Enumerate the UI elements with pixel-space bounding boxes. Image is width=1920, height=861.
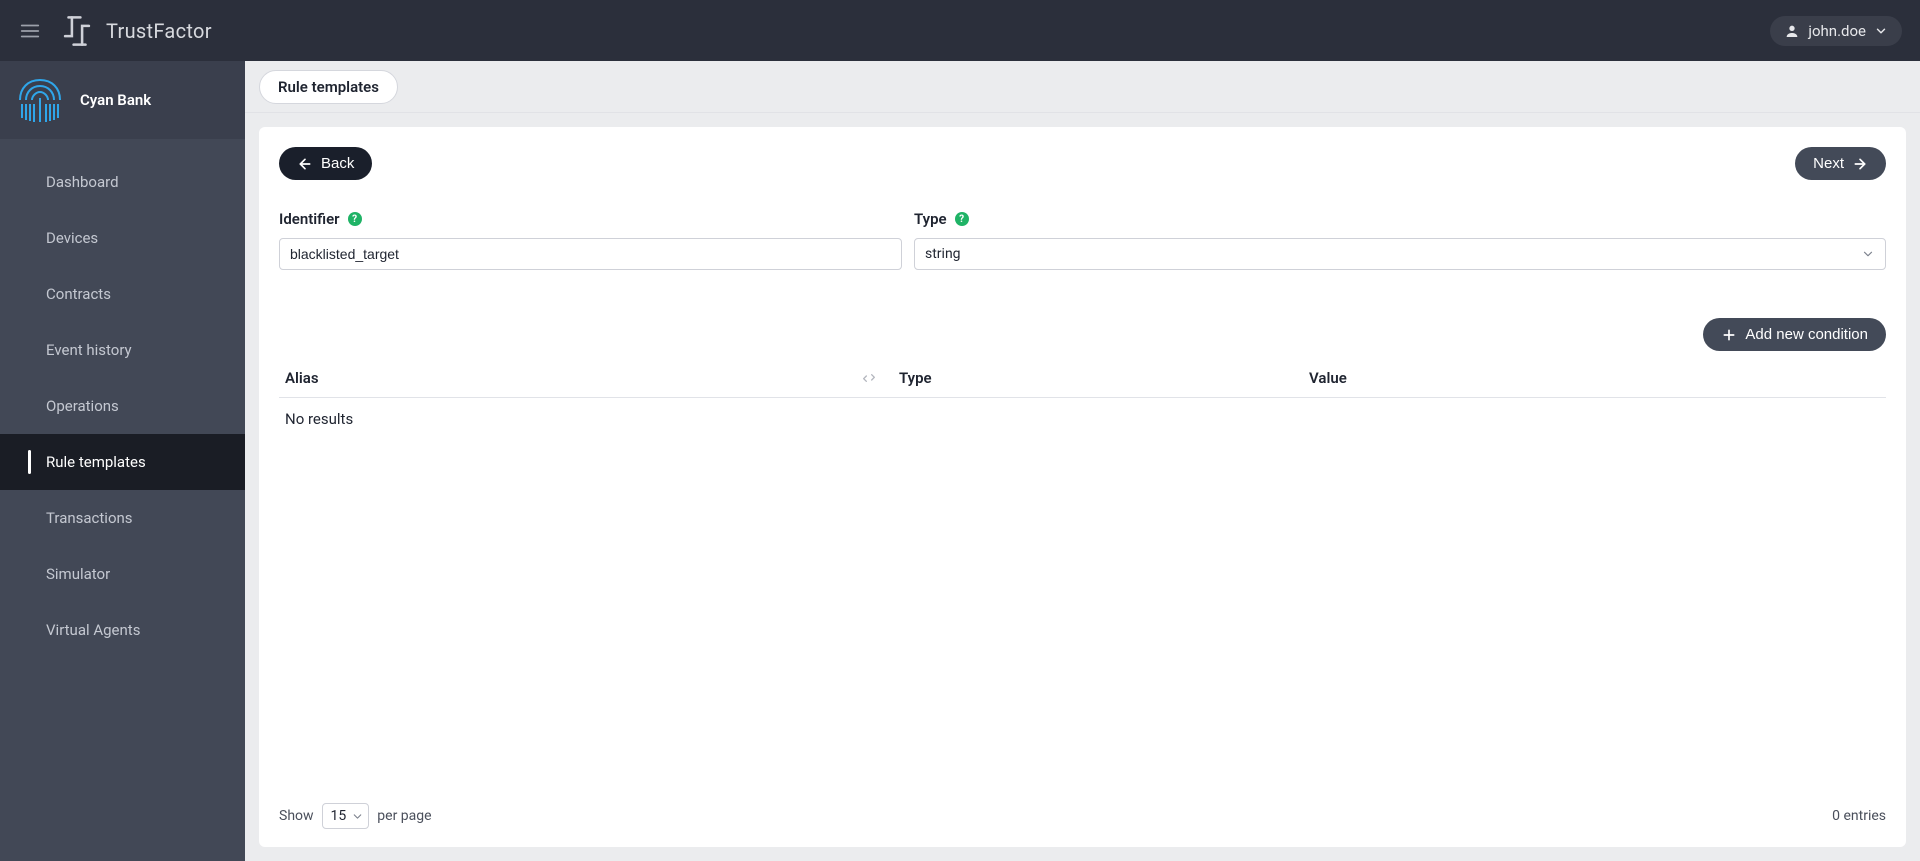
sidebar-item-label: Contracts [46, 285, 111, 303]
per-page-label: per page [377, 808, 431, 824]
org-block[interactable]: Cyan Bank [0, 61, 245, 139]
identifier-input[interactable] [279, 238, 902, 270]
column-header-type[interactable]: Type [893, 361, 1303, 398]
column-header-value[interactable]: Value [1303, 361, 1886, 398]
nav-list: Dashboard Devices Contracts Event histor… [0, 139, 245, 658]
sidebar-item-label: Simulator [46, 565, 110, 583]
sidebar-item-transactions[interactable]: Transactions [0, 490, 245, 546]
type-label-row: Type ? [914, 210, 1886, 228]
value-header-label: Value [1309, 369, 1347, 387]
identifier-label: Identifier [279, 210, 340, 228]
app-title: TrustFactor [106, 19, 212, 43]
sidebar-item-label: Operations [46, 397, 119, 415]
org-name: Cyan Bank [80, 91, 151, 109]
pager-left: Show 15 per page [279, 803, 432, 829]
sidebar-item-operations[interactable]: Operations [0, 378, 245, 434]
sidebar-item-label: Transactions [46, 509, 133, 527]
sidebar-item-event-history[interactable]: Event history [0, 322, 245, 378]
help-icon[interactable]: ? [348, 212, 362, 226]
user-name: john.doe [1808, 22, 1866, 40]
main: Rule templates Back Next [245, 61, 1920, 861]
arrow-right-icon [1852, 156, 1868, 172]
sidebar: Cyan Bank Dashboard Devices Contracts Ev… [0, 61, 245, 861]
arrow-left-icon [297, 156, 313, 172]
page-size-value: 15 [331, 808, 347, 824]
back-button[interactable]: Back [279, 147, 372, 180]
top-bar: TrustFactor john.doe [0, 0, 1920, 61]
page-size-select[interactable]: 15 [322, 803, 370, 829]
sidebar-item-label: Virtual Agents [46, 621, 140, 639]
sidebar-item-devices[interactable]: Devices [0, 210, 245, 266]
add-condition-label: Add new condition [1745, 326, 1868, 343]
wizard-nav: Back Next [279, 147, 1886, 180]
alias-header-label: Alias [285, 369, 319, 387]
back-label: Back [321, 155, 354, 172]
column-header-alias[interactable]: Alias [279, 361, 893, 398]
chevron-down-icon [1874, 24, 1888, 38]
sidebar-item-dashboard[interactable]: Dashboard [0, 154, 245, 210]
app-logo-icon [60, 14, 94, 48]
sidebar-item-rule-templates[interactable]: Rule templates [0, 434, 245, 490]
plus-icon [1721, 327, 1737, 343]
identifier-label-row: Identifier ? [279, 210, 902, 228]
app-brand[interactable]: TrustFactor [60, 14, 212, 48]
type-label: Type [914, 210, 947, 228]
conditions-table: Alias Type Value No results [279, 361, 1886, 440]
sidebar-item-simulator[interactable]: Simulator [0, 546, 245, 602]
type-header-label: Type [899, 369, 932, 387]
sidebar-item-contracts[interactable]: Contracts [0, 266, 245, 322]
form-row: Identifier ? Type ? string [279, 210, 1886, 270]
org-logo-icon [14, 74, 66, 126]
table-empty-row: No results [279, 398, 1886, 441]
chevron-down-icon [1861, 247, 1875, 261]
breadcrumb-pill[interactable]: Rule templates [259, 70, 398, 104]
sidebar-item-virtual-agents[interactable]: Virtual Agents [0, 602, 245, 658]
identifier-field: Identifier ? [279, 210, 902, 270]
pager: Show 15 per page 0 entries [279, 803, 1886, 829]
user-icon [1784, 23, 1800, 39]
user-menu-button[interactable]: john.doe [1770, 16, 1902, 46]
next-label: Next [1813, 155, 1844, 172]
type-field: Type ? string [914, 210, 1886, 270]
next-button[interactable]: Next [1795, 147, 1886, 180]
sub-header: Rule templates [245, 61, 1920, 113]
sidebar-item-label: Devices [46, 229, 98, 247]
sort-icon [861, 370, 877, 386]
hamburger-icon [19, 20, 41, 42]
show-label: Show [279, 808, 314, 824]
type-select[interactable]: string [914, 238, 1886, 270]
empty-text: No results [279, 398, 1886, 441]
content: Back Next Identifier ? [245, 113, 1920, 861]
menu-toggle-button[interactable] [18, 19, 42, 43]
add-condition-button[interactable]: Add new condition [1703, 318, 1886, 351]
type-value: string [925, 246, 961, 262]
entries-count: 0 entries [1832, 808, 1886, 824]
card: Back Next Identifier ? [259, 127, 1906, 847]
help-icon[interactable]: ? [955, 212, 969, 226]
chevron-down-icon [351, 810, 364, 823]
breadcrumb-label: Rule templates [278, 78, 379, 96]
sidebar-item-label: Rule templates [46, 453, 146, 471]
sidebar-item-label: Event history [46, 341, 132, 359]
org-logo [14, 74, 66, 126]
sidebar-item-label: Dashboard [46, 173, 119, 191]
conditions-block: Add new condition Alias [279, 318, 1886, 440]
